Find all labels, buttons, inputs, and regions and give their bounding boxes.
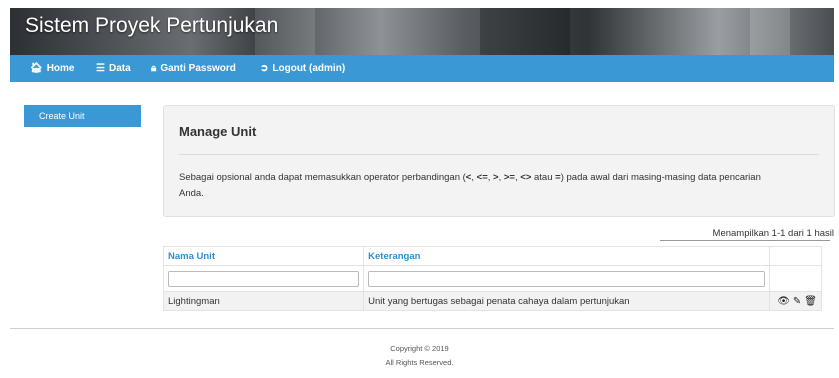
- result-summary: Menampilkan 1-1 dari 1 hasil: [712, 228, 834, 239]
- table-row: Lightingman Unit yang bertugas sebagai p…: [162, 291, 822, 311]
- nav-data[interactable]: ☰ Data: [96, 55, 131, 82]
- banner-decoration: [750, 8, 790, 55]
- unit-grid: Nama Unit Keterangan Lightingman Unit ya…: [162, 246, 822, 311]
- column-header-nama-unit[interactable]: Nama Unit: [162, 246, 365, 266]
- create-unit-button[interactable]: Create Unit: [24, 105, 141, 127]
- banner-decoration: [480, 8, 570, 55]
- trash-icon[interactable]: 🗑︎: [804, 296, 817, 307]
- hint-text: atau: [531, 172, 556, 183]
- operator-ge: >=: [503, 172, 515, 183]
- operator-le: <=: [476, 172, 488, 183]
- hint-text: Sebagai opsional anda dapat memasukkan o…: [179, 172, 466, 183]
- lock-icon: 🔒︎: [151, 63, 157, 74]
- column-header-actions: [769, 246, 822, 266]
- grid-filter-row: [162, 265, 822, 292]
- cell-keterangan: Unit yang bertugas sebagai penata cahaya…: [363, 291, 771, 311]
- header-banner: Sistem Proyek Pertunjukan: [10, 8, 834, 55]
- footer-copyright: Copyright © 2019: [390, 344, 449, 353]
- summary-underline: [660, 240, 830, 241]
- filter-cell: [769, 265, 822, 292]
- operator-ne: <>: [520, 172, 532, 183]
- nav-home[interactable]: 🏠︎ Home: [30, 55, 75, 82]
- search-hint: Sebagai opsional anda dapat memasukkan o…: [179, 170, 779, 202]
- pencil-icon[interactable]: ✎: [793, 296, 801, 307]
- home-icon: 🏠︎: [30, 63, 43, 74]
- grid-header-row: Nama Unit Keterangan: [162, 246, 822, 266]
- eye-icon[interactable]: 👁︎: [777, 296, 790, 307]
- column-header-keterangan[interactable]: Keterangan: [363, 246, 771, 266]
- sign-out-icon: ➲: [260, 63, 269, 74]
- nav-data-label: Data: [108, 63, 131, 74]
- page-title: Manage Unit: [179, 124, 257, 139]
- list-icon: ☰: [96, 63, 105, 74]
- nav-home-label: Home: [46, 63, 75, 74]
- footer-divider: [10, 328, 834, 329]
- row-actions: 👁︎ ✎ 🗑︎: [769, 291, 822, 311]
- nav-logout[interactable]: ➲ Logout (admin): [260, 55, 345, 82]
- nav-change-password-label: Ganti Password: [160, 63, 236, 74]
- divider: [179, 154, 819, 155]
- filter-keterangan-input[interactable]: [368, 270, 766, 287]
- nav-change-password[interactable]: 🔒︎ Ganti Password: [151, 55, 236, 82]
- nav-logout-label: Logout (admin): [272, 63, 346, 74]
- main-navbar: 🏠︎ Home ☰ Data 🔒︎ Ganti Password ➲ Logout (a…: [10, 55, 834, 82]
- footer-rights: All Rights Reserved.: [385, 358, 454, 367]
- site-title: Sistem Proyek Pertunjukan: [25, 14, 279, 37]
- manage-unit-panel: Manage Unit Sebagai opsional anda dapat …: [163, 105, 835, 217]
- filter-cell: [162, 265, 365, 292]
- filter-nama-unit-input[interactable]: [168, 270, 360, 287]
- filter-cell: [363, 265, 771, 292]
- cell-nama-unit: Lightingman: [162, 291, 365, 311]
